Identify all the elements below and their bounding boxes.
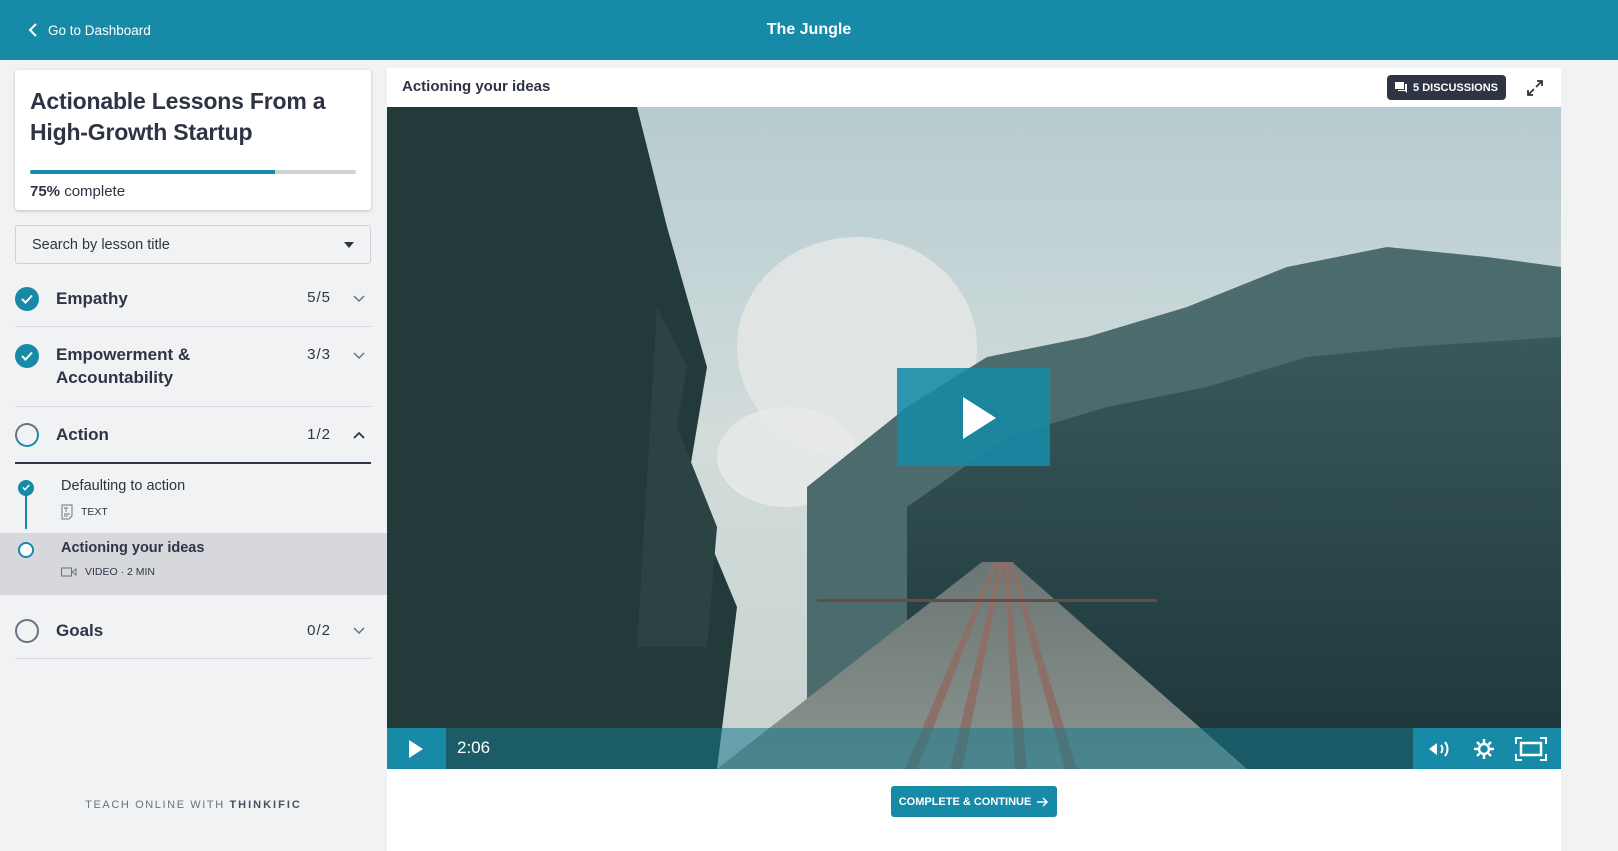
text-document-icon [61,504,73,520]
big-play-button[interactable] [897,368,1050,466]
lesson-title: Actioning your ideas [61,540,205,556]
course-sidebar: Actionable Lessons From a High-Growth St… [0,60,387,851]
empty-circle-icon [15,619,39,643]
play-icon [409,740,423,758]
site-brand-title: The Jungle [766,21,852,38]
progress-suffix: complete [64,183,126,200]
expand-icon[interactable] [1526,79,1544,97]
complete-and-continue-button[interactable]: COMPLETE & CONTINUE [891,786,1057,817]
video-camera-icon [61,567,77,577]
lesson-search-select[interactable]: Search by lesson title [15,225,371,264]
top-bar: Go to Dashboard The Jungle [0,0,1618,60]
lesson-item-defaulting-to-action[interactable]: Defaulting to action TEXT [0,471,387,533]
thinkific-footer[interactable]: TEACH ONLINE WITH THINKIFIC [0,799,387,811]
lesson-type-label: VIDEO · 2 MIN [85,566,156,578]
course-progress-bar [30,170,356,174]
chat-bubbles-icon [1395,82,1408,93]
chapter-title: Action [56,425,109,444]
video-player[interactable]: 2:06 [387,107,1561,769]
volume-icon [1429,740,1449,757]
chapter-title: Empathy [56,289,128,308]
check-circle-icon [15,344,39,368]
complete-and-continue-label: COMPLETE & CONTINUE [898,795,1032,808]
lesson-item-actioning-your-ideas[interactable]: Actioning your ideas VIDEO · 2 MIN [0,533,387,595]
lesson-meta: TEXT [61,504,108,520]
progress-percent: 75% [30,183,61,200]
lesson-title-heading: Actioning your ideas [402,78,551,95]
lesson-type-label: TEXT [81,506,108,518]
chapter-empathy[interactable]: Empathy 5/5 [15,270,371,327]
settings-button[interactable] [1473,738,1495,760]
play-icon [963,397,996,439]
progress-circle-icon [11,419,43,451]
chevron-down-icon [353,352,365,360]
chapter-progress-count: 3/3 [307,346,331,363]
chapter-action[interactable]: Action 1/2 [11,407,371,464]
lesson-content-panel: Actioning your ideas 5 DISCUSSIONS 2:06 … [387,68,1561,851]
play-button[interactable] [387,728,446,769]
volume-button[interactable] [1427,739,1453,759]
footer-prefix: TEACH ONLINE WITH [85,799,225,811]
arrow-right-icon [1037,796,1049,807]
current-lesson-circle-icon [18,542,34,558]
chapter-progress-count: 0/2 [307,622,331,639]
course-progress-fill [30,170,275,174]
progress-text: 75% complete [30,183,125,200]
lesson-list: Defaulting to action TEXT Actioning your… [0,463,387,595]
chapter-progress-count: 5/5 [307,289,331,306]
footer-brand-name: THINKIFIC [229,799,302,811]
discussions-label: 5 DISCUSSIONS [1413,81,1498,94]
lesson-meta: VIDEO · 2 MIN [61,566,155,578]
course-progress-card: Actionable Lessons From a High-Growth St… [15,70,371,210]
chapter-goals[interactable]: Goals 0/2 [15,596,371,659]
chevron-left-icon [28,23,37,37]
course-title: Actionable Lessons From a High-Growth St… [30,88,326,145]
go-to-dashboard-label: Go to Dashboard [48,22,151,38]
caret-down-icon [344,241,354,248]
chevron-down-icon [353,627,365,635]
chapter-empowerment-accountability[interactable]: Empowerment & Accountability 3/3 [15,327,371,407]
gear-icon [1474,738,1494,759]
chapter-title: Goals [56,621,104,640]
discussions-button[interactable]: 5 DISCUSSIONS [1387,75,1506,100]
lesson-header: Actioning your ideas 5 DISCUSSIONS [387,68,1561,107]
check-circle-icon [18,480,34,496]
video-controls-bar: 2:06 [387,728,1561,769]
chevron-down-icon [353,295,365,303]
video-controls-right [1413,728,1561,769]
lesson-search-placeholder: Search by lesson title [32,236,170,253]
video-duration: 2:06 [457,738,491,757]
lesson-title: Defaulting to action [61,478,186,494]
chapter-title: Empowerment & Accountability [56,345,191,387]
go-to-dashboard-link[interactable]: Go to Dashboard [28,0,151,60]
check-circle-icon [15,287,39,311]
chapter-progress-count: 1/2 [307,426,331,443]
fullscreen-icon [1515,736,1547,761]
chevron-up-icon [353,431,365,439]
chapter-list: Empathy 5/5 Empowerment & Accountability… [11,270,371,464]
fullscreen-button[interactable] [1515,736,1547,761]
